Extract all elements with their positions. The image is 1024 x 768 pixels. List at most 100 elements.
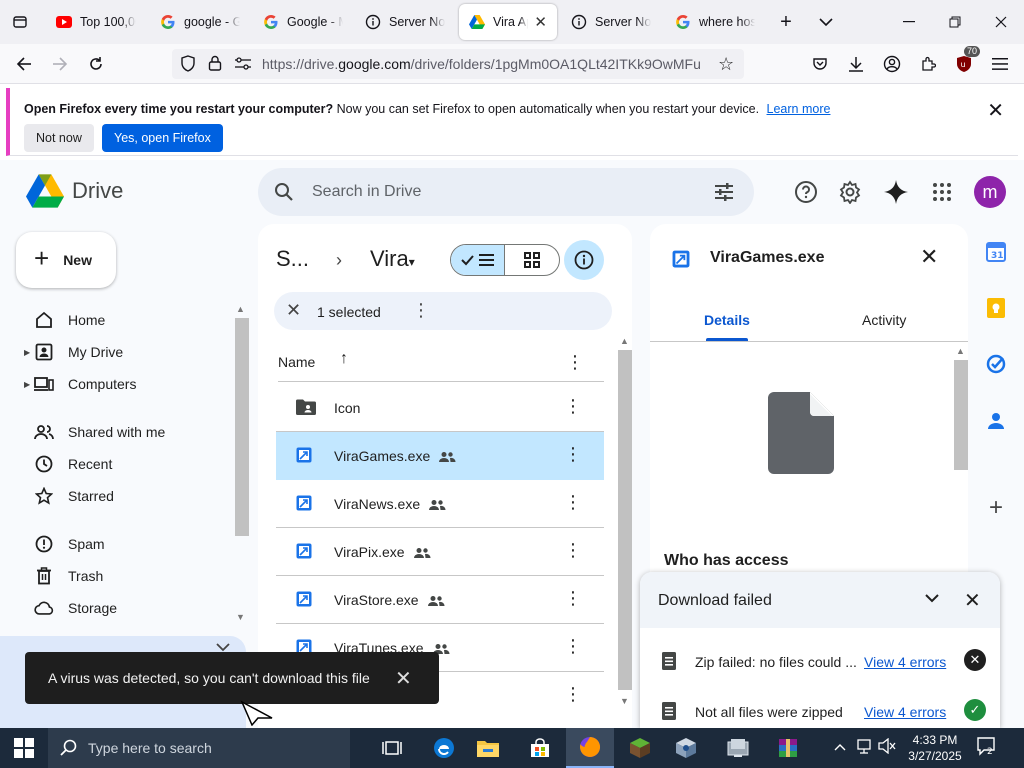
network-icon[interactable] — [856, 738, 874, 759]
file-list-scrollbar[interactable] — [618, 350, 632, 690]
taskbar-clock[interactable]: 4:33 PM 3/27/2025 — [900, 732, 970, 764]
tab-close-icon[interactable]: ✕ — [534, 13, 547, 31]
taskbar-search-box[interactable]: Type here to search — [48, 728, 350, 768]
collapse-chevron-icon[interactable] — [924, 590, 940, 608]
gemini-sparkle-icon[interactable] — [882, 178, 910, 206]
expand-caret-icon[interactable]: ▶ — [24, 348, 30, 357]
minecraft-icon[interactable] — [616, 728, 664, 768]
tab-list-icon[interactable] — [6, 8, 34, 36]
store-icon[interactable] — [516, 728, 564, 768]
search-icon[interactable] — [274, 182, 294, 205]
tab-vira-app[interactable]: Vira App ✕ — [459, 4, 557, 40]
more-actions-icon[interactable]: ⋮ — [564, 396, 582, 417]
details-scroll-up-icon[interactable]: ▲ — [956, 346, 965, 356]
firefox-icon[interactable] — [566, 728, 614, 768]
add-addon-icon[interactable]: + — [984, 494, 1008, 521]
sidebar-scroll-up-icon[interactable]: ▲ — [236, 304, 245, 314]
extensions-icon[interactable] — [914, 50, 942, 78]
show-hidden-icons-icon[interactable] — [834, 738, 846, 754]
more-actions-icon[interactable]: ⋮ — [564, 636, 582, 657]
list-item[interactable]: ViraStore.exe ⋮ — [276, 576, 604, 624]
file-list-scroll-up-icon[interactable]: ▲ — [620, 336, 629, 346]
list-view-button[interactable] — [451, 245, 506, 275]
keep-icon[interactable] — [984, 296, 1008, 320]
downloads-icon[interactable] — [842, 50, 870, 78]
account-icon[interactable] — [878, 50, 906, 78]
menu-icon[interactable] — [986, 50, 1014, 78]
tab-server-not-2[interactable]: Server Not — [561, 4, 661, 40]
edge-icon[interactable] — [420, 728, 468, 768]
back-icon[interactable] — [10, 50, 38, 78]
notifications-icon[interactable]: 2 — [976, 736, 998, 759]
sidebar-scrollbar[interactable] — [235, 318, 249, 536]
view-details-button[interactable] — [564, 240, 604, 280]
sidebar-item-computers[interactable]: ▶ Computers — [0, 368, 230, 400]
more-actions-icon[interactable]: ⋮ — [412, 300, 430, 321]
sidebar-item-starred[interactable]: Starred — [0, 480, 230, 512]
apps-grid-icon[interactable] — [928, 178, 956, 206]
settings-gear-icon[interactable] — [836, 178, 864, 206]
tasks-icon[interactable] — [984, 352, 1008, 376]
column-header-name[interactable]: Name — [278, 354, 315, 370]
sidebar-item-home[interactable]: Home — [0, 304, 230, 336]
clear-selection-icon[interactable]: ✕ — [286, 300, 301, 321]
help-icon[interactable] — [792, 178, 820, 206]
list-all-tabs-icon[interactable] — [812, 8, 840, 36]
new-button[interactable]: + New — [16, 232, 116, 288]
url-bar[interactable]: https://drive.google.com/drive/folders/1… — [172, 49, 744, 79]
contacts-icon[interactable] — [984, 408, 1008, 432]
sidebar-item-storage[interactable]: Storage — [0, 592, 230, 624]
sidebar-item-my-drive[interactable]: ▶ My Drive — [0, 336, 230, 368]
sidebar-scroll-down-icon[interactable]: ▼ — [236, 612, 245, 622]
forward-icon[interactable] — [46, 50, 74, 78]
pocket-icon[interactable] — [806, 50, 834, 78]
virtualbox-icon[interactable] — [662, 728, 710, 768]
list-item[interactable]: ViraPix.exe ⋮ — [276, 528, 604, 576]
more-actions-icon[interactable]: ⋮ — [564, 540, 582, 561]
more-actions-icon[interactable]: ⋮ — [564, 492, 582, 513]
tab-google-2[interactable]: Google - M — [253, 4, 353, 40]
bookmark-star-icon[interactable]: ☆ — [718, 54, 734, 75]
close-window-icon[interactable] — [978, 0, 1024, 44]
tab-where-host[interactable]: where host — [665, 4, 765, 40]
column-options-icon[interactable]: ⋮ — [566, 352, 584, 373]
permissions-icon[interactable] — [234, 57, 252, 74]
sort-arrow-up-icon[interactable]: ↑ — [340, 350, 348, 368]
file-explorer-icon[interactable] — [464, 728, 512, 768]
yes-open-firefox-button[interactable]: Yes, open Firefox — [102, 124, 223, 152]
search-input[interactable]: Search in Drive — [312, 183, 421, 201]
sidebar-item-shared-with-me[interactable]: Shared with me — [0, 416, 230, 448]
windows-start-button[interactable] — [0, 728, 48, 768]
task-view-icon[interactable] — [368, 728, 416, 768]
sidebar-item-spam[interactable]: Spam — [0, 528, 230, 560]
search-bar[interactable]: Search in Drive — [258, 168, 754, 216]
close-details-icon[interactable]: ✕ — [920, 244, 938, 270]
maximize-icon[interactable] — [932, 0, 978, 44]
tab-google-1[interactable]: google - G — [150, 4, 250, 40]
lock-icon[interactable] — [208, 55, 222, 74]
reload-icon[interactable] — [82, 50, 110, 78]
volume-muted-icon[interactable] — [878, 737, 896, 757]
tracking-protection-icon[interactable] — [180, 55, 196, 76]
view-errors-link[interactable]: View 4 errors — [864, 704, 946, 720]
not-now-button[interactable]: Not now — [24, 124, 94, 152]
tab-youtube[interactable]: Top 100,000 — [46, 4, 146, 40]
calendar-icon[interactable]: 31 — [984, 240, 1008, 264]
breadcrumb-parent[interactable]: S... — [276, 246, 309, 272]
more-actions-icon[interactable]: ⋮ — [564, 588, 582, 609]
tab-server-not-1[interactable]: Server Not — [355, 4, 455, 40]
list-item[interactable]: ViraNews.exe ⋮ — [276, 480, 604, 528]
details-scrollbar[interactable] — [954, 360, 968, 470]
avatar[interactable]: m — [974, 176, 1006, 208]
sidebar-item-recent[interactable]: Recent — [0, 448, 230, 480]
remote-desktop-icon[interactable] — [714, 728, 762, 768]
list-item[interactable]: ViraGames.exe ⋮ — [276, 432, 604, 480]
winrar-icon[interactable] — [764, 728, 812, 768]
minimize-icon[interactable] — [886, 0, 932, 44]
breadcrumb-current[interactable]: Vira▾ — [370, 246, 424, 272]
drive-logo[interactable]: Drive — [26, 174, 123, 208]
more-actions-icon[interactable]: ⋮ — [564, 684, 582, 705]
view-errors-link[interactable]: View 4 errors — [864, 654, 946, 670]
taskbar-search-input[interactable]: Type here to search — [88, 740, 212, 756]
more-actions-icon[interactable]: ⋮ — [564, 444, 582, 465]
